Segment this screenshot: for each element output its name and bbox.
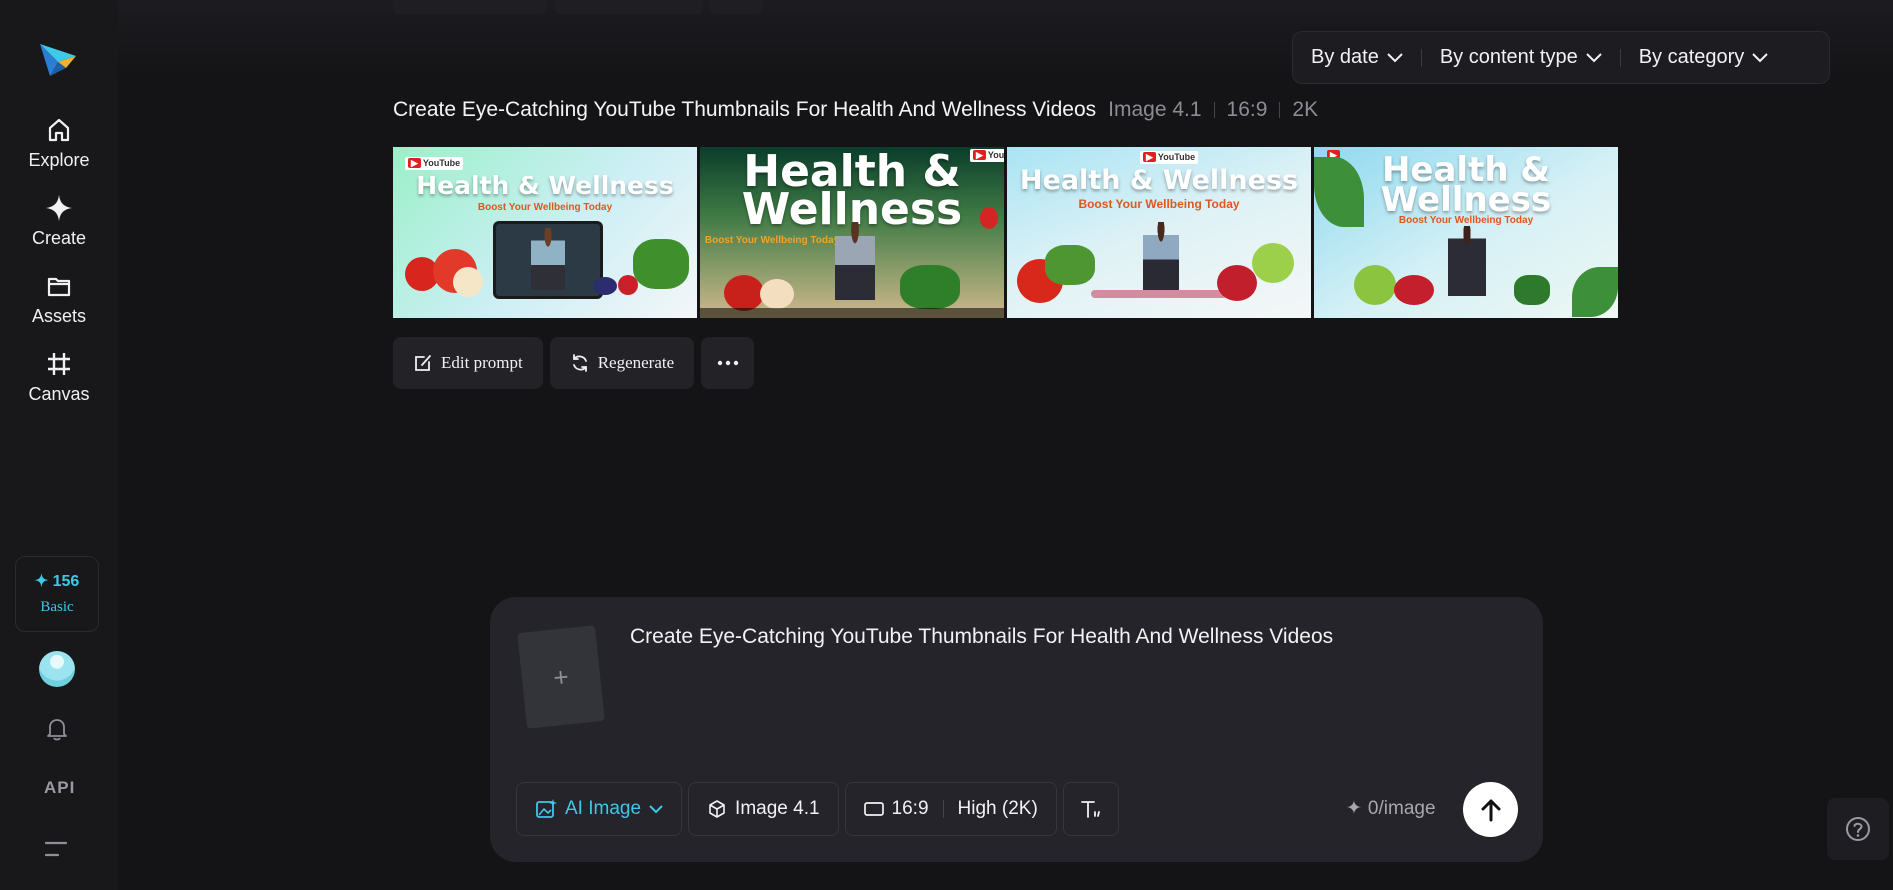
person-illustration [1143, 222, 1179, 294]
more-icon [717, 360, 738, 366]
generation-header: Create Eye-Catching YouTube Thumbnails F… [393, 98, 1318, 122]
generated-image[interactable]: ▶YouTube Health & Wellness Boost Your We… [393, 147, 697, 318]
composer-controls: AI Image Image 4.1 16:9 High (2K) [516, 782, 1119, 836]
person-illustration [1448, 226, 1486, 296]
nav-canvas-label: Canvas [28, 384, 90, 404]
prev-item-ghost [393, 0, 546, 14]
nav-create-label: Create [31, 228, 87, 248]
model-select[interactable]: Image 4.1 [688, 782, 839, 836]
generation-cost: ✦ 0/image [1346, 797, 1436, 820]
generation-resolution: 2K [1292, 98, 1319, 121]
filter-by-date[interactable]: By date [1293, 46, 1421, 69]
api-link[interactable]: API [44, 778, 75, 798]
person-illustration [531, 228, 565, 290]
filter-bar: By date By content type By category [1292, 31, 1830, 84]
cost-label: 0/image [1367, 797, 1436, 819]
filter-by-content-type-label: By content type [1439, 46, 1578, 68]
chevron-down-icon [649, 804, 663, 813]
help-icon [1846, 817, 1870, 841]
home-icon [48, 118, 70, 142]
video-progress-bar [700, 308, 1004, 318]
avatar[interactable] [39, 651, 75, 687]
logo-icon[interactable] [36, 38, 78, 80]
thumbnail-headline: Health & Wellness [741, 147, 963, 235]
nav-canvas[interactable]: Canvas [0, 350, 118, 405]
text-style-button[interactable] [1062, 782, 1119, 836]
more-options-button[interactable] [701, 337, 755, 389]
thumbnail-grid: ▶ YouTube Health & Wellness Boost Your We… [393, 147, 1618, 318]
crop-icon [48, 353, 70, 375]
prev-item-ghost [555, 0, 703, 14]
youtube-label: YouTube [422, 158, 461, 168]
ai-image-icon [536, 799, 557, 818]
edit-prompt-label: Edit prompt [441, 353, 523, 372]
prompt-composer: + Create Eye-Catching YouTube Thumbnails… [490, 597, 1543, 862]
divider [1279, 102, 1281, 118]
prompt-input[interactable]: Create Eye-Catching YouTube Thumbnails F… [630, 625, 1333, 649]
generated-image[interactable]: ▶YouTube Health & Wellness Boost Your We… [700, 147, 1004, 318]
generation-ratio: 16:9 [1226, 98, 1268, 121]
credit-spark-icon: ✦ [1346, 798, 1362, 819]
person-illustration [835, 222, 875, 300]
regenerate-label: Regenerate [597, 353, 675, 372]
regenerate-button[interactable]: Regenerate [549, 337, 695, 389]
quality-label: High (2K) [957, 798, 1038, 819]
thumbnail-subtitle: Boost Your Wellbeing Today [477, 202, 613, 213]
youtube-icon: ▶ [1143, 152, 1156, 162]
folder-icon [47, 277, 71, 297]
credits-value: 156 [52, 573, 80, 590]
text-format-icon [1080, 801, 1100, 818]
nav-assets-label: Assets [31, 306, 87, 326]
mode-select-label: AI Image [565, 798, 642, 819]
youtube-label: YouTube [1157, 152, 1196, 162]
generate-button[interactable] [1463, 782, 1518, 837]
nav-assets[interactable]: Assets [0, 272, 118, 327]
upload-reference-button[interactable]: + [517, 625, 605, 729]
chevron-down-icon [1387, 52, 1403, 62]
arrow-up-icon [1481, 799, 1500, 821]
ratio-quality-select[interactable]: 16:9 High (2K) [844, 782, 1057, 836]
edit-prompt-button[interactable]: Edit prompt [393, 337, 543, 389]
thumbnail-subtitle: Boost Your Wellbeing Today [1078, 197, 1240, 211]
youtube-icon: ▶ [408, 158, 421, 168]
plan-tier: Basic [40, 599, 74, 615]
generated-image[interactable]: ▶YouTube Health & Wellness Boost Your We… [1007, 147, 1311, 318]
generation-actions: Edit prompt Regenerate [393, 337, 755, 389]
model-select-label: Image 4.1 [735, 798, 820, 819]
sparkle-icon [46, 195, 72, 221]
help-button[interactable] [1827, 798, 1889, 860]
divider [942, 800, 944, 818]
thumbnail-headline: Health & Wellness [1019, 165, 1299, 196]
chevron-down-icon [1752, 52, 1769, 62]
filter-by-date-label: By date [1311, 46, 1379, 68]
sidebar: Explore Create Assets Canvas ✦ 156 Basic… [0, 0, 118, 890]
nav-explore-label: Explore [28, 150, 90, 170]
menu-icon[interactable] [45, 840, 69, 858]
chevron-down-icon [1585, 52, 1602, 62]
filter-by-category-label: By category [1638, 46, 1745, 68]
credits-badge[interactable]: ✦ 156 Basic [15, 556, 99, 632]
generation-title: Create Eye-Catching YouTube Thumbnails F… [393, 98, 1097, 121]
credit-spark-icon: ✦ [34, 573, 49, 590]
aspect-ratio-icon [863, 802, 884, 816]
thumbnail-headline: Health & Wellness [416, 171, 674, 200]
filter-by-content-type[interactable]: By content type [1422, 46, 1620, 69]
yoga-mat [1091, 290, 1227, 298]
edit-icon [415, 355, 431, 371]
bell-icon[interactable] [44, 716, 70, 742]
cube-icon [709, 800, 725, 818]
generated-image[interactable]: ▶ Health & Wellness Boost Your Wellbeing… [1314, 147, 1618, 318]
filter-by-category[interactable]: By category [1621, 46, 1787, 69]
refresh-icon [572, 354, 587, 372]
ratio-label: 16:9 [891, 798, 929, 819]
generation-model: Image 4.1 [1108, 98, 1202, 121]
mode-select[interactable]: AI Image [516, 782, 683, 836]
prev-item-ghost [710, 0, 762, 14]
divider [1213, 102, 1215, 118]
nav-create[interactable]: Create [0, 194, 118, 249]
nav-explore[interactable]: Explore [0, 116, 118, 171]
plus-icon: + [551, 660, 571, 693]
